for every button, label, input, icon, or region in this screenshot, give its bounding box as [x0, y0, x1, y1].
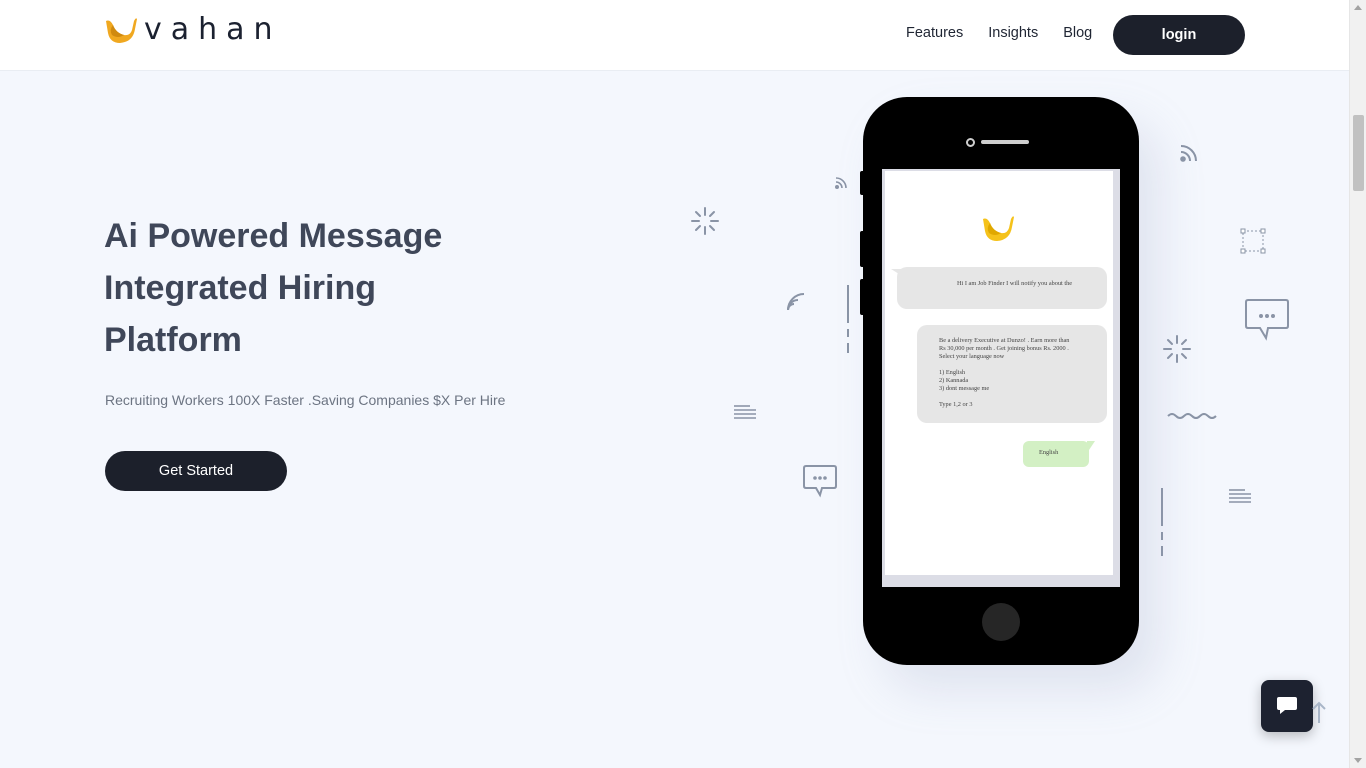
sparkle-icon: [690, 206, 720, 236]
swan-logo-icon: [106, 18, 137, 43]
chat-widget-button[interactable]: [1261, 680, 1313, 732]
phone-side-button: [860, 171, 866, 195]
bot-message-bubble: Hi I am Job Finder I will notify you abo…: [891, 267, 1107, 309]
language-option: 1) English: [939, 369, 966, 376]
language-option: 2) Kannada: [939, 377, 969, 384]
reply-prompt: Type 1,2 or 3: [939, 401, 973, 408]
wifi-signal-icon: [835, 175, 849, 189]
selection-box-icon: [1240, 228, 1266, 254]
phone-screen: Hi I am Job Finder I will notify you abo…: [882, 169, 1120, 587]
brand-name: vahan: [144, 12, 282, 47]
bot-greeting-text: Hi I am Job Finder I will notify you abo…: [957, 280, 1073, 287]
bot-message-bubble: Be a delivery Executive at Dunzo! . Earn…: [917, 325, 1107, 423]
get-started-button[interactable]: Get Started: [105, 451, 287, 491]
chat-screen: Hi I am Job Finder I will notify you abo…: [885, 171, 1113, 575]
speech-bubble-icon: [1244, 298, 1290, 342]
job-message-line: Rs 30,000 per month . Get joining bonus …: [939, 345, 1069, 352]
user-reply-text: English: [1039, 449, 1059, 456]
scroll-down-arrow-icon[interactable]: [1354, 758, 1362, 763]
dashed-line-decoration: [846, 285, 850, 355]
hero-title-line: Integrated Hiring: [104, 269, 377, 307]
phone-home-button: [982, 603, 1020, 641]
main-nav: Features Insights Blog: [906, 25, 1092, 41]
login-button[interactable]: login: [1113, 15, 1245, 55]
dashed-line-decoration: [1160, 488, 1164, 558]
hero-title-line: Ai Powered Message: [104, 217, 443, 255]
wave-line-icon: [1166, 410, 1220, 422]
scroll-up-arrow-icon[interactable]: [1354, 5, 1362, 10]
phone-side-button: [860, 279, 866, 315]
site-header: vahan Features Insights Blog login: [0, 0, 1349, 71]
nav-blog-link[interactable]: Blog: [1063, 25, 1092, 41]
speech-bubble-icon: [802, 464, 838, 498]
page-scrollbar[interactable]: [1349, 0, 1366, 768]
hero-title-line: Platform: [104, 321, 242, 359]
job-message-line: Select your language now: [939, 353, 1005, 360]
phone-camera: [966, 138, 975, 147]
language-option: 3) dont message me: [939, 385, 990, 392]
user-reply-bubble: English: [1023, 441, 1095, 467]
job-message-line: Be a delivery Executive at Dunzo! . Earn…: [939, 337, 1070, 344]
wifi-signal-icon: [1180, 142, 1200, 162]
phone-speaker: [981, 140, 1029, 144]
wifi-signal-icon: [786, 292, 806, 312]
scrollbar-thumb[interactable]: [1353, 115, 1364, 191]
scroll-to-top-icon[interactable]: [1310, 701, 1328, 725]
hero-title: Ai Powered Message Integrated Hiring Pla…: [104, 210, 524, 366]
phone-mockup: Hi I am Job Finder I will notify you abo…: [860, 97, 1139, 665]
nav-insights-link[interactable]: Insights: [988, 25, 1038, 41]
hero-subtitle: Recruiting Workers 100X Faster .Saving C…: [105, 392, 506, 408]
brand-logo[interactable]: vahan: [104, 14, 282, 46]
swan-logo-icon: [983, 216, 1014, 241]
sparkle-icon: [1162, 334, 1192, 364]
nav-features-link[interactable]: Features: [906, 25, 963, 41]
text-lines-icon: [734, 404, 758, 420]
phone-side-button: [860, 231, 866, 267]
text-lines-icon: [1229, 488, 1253, 504]
chat-bubble-icon: [1277, 697, 1297, 714]
